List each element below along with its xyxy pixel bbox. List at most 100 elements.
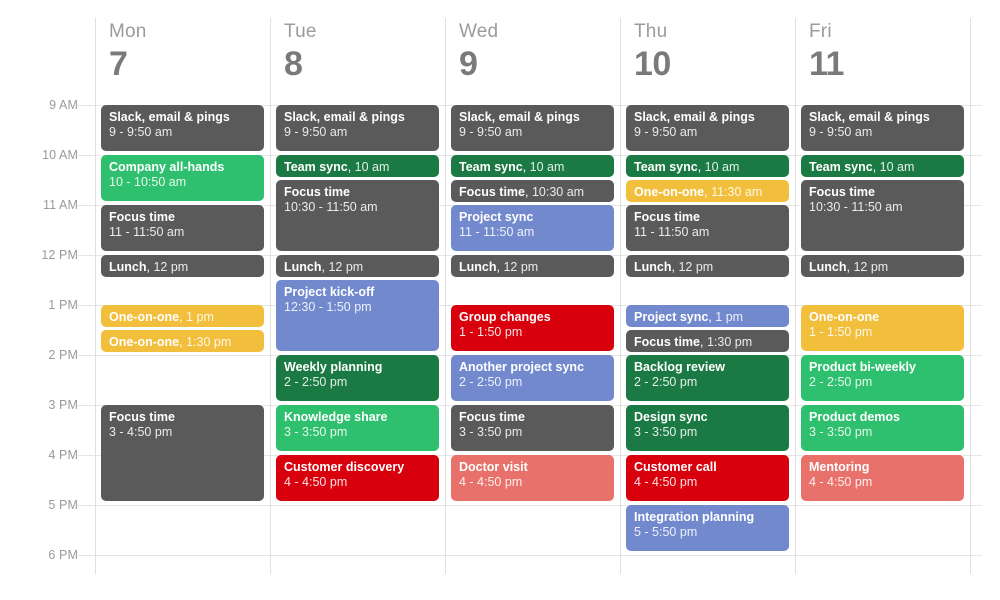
event-title: Lunch xyxy=(284,260,322,274)
calendar-event[interactable]: Focus time 11 - 11:50 am xyxy=(101,205,264,251)
calendar-event[interactable]: Slack, email & pings 9 - 9:50 am xyxy=(626,105,789,151)
calendar-event[interactable]: Product bi-weekly 2 - 2:50 pm xyxy=(801,355,964,401)
event-title: Project sync xyxy=(459,210,534,224)
event-time: 11:30 am xyxy=(711,185,763,199)
event-time: 12 pm xyxy=(853,260,889,274)
calendar-event[interactable]: One-on-one, 11:30 am xyxy=(626,180,789,202)
calendar-event[interactable]: Product demos 3 - 3:50 pm xyxy=(801,405,964,451)
calendar-event[interactable]: Focus time, 10:30 am xyxy=(451,180,614,202)
event-line: Focus time, 10:30 am xyxy=(459,185,585,199)
calendar-event[interactable]: Lunch, 12 pm xyxy=(626,255,789,277)
calendar-event[interactable]: Slack, email & pings 9 - 9:50 am xyxy=(451,105,614,151)
calendar-event[interactable]: Team sync, 10 am xyxy=(626,155,789,177)
event-title: Mentoring xyxy=(809,460,870,474)
event-title: Project kick-off xyxy=(284,285,375,299)
calendar-event[interactable]: Customer discovery 4 - 4:50 pm xyxy=(276,455,439,501)
calendar-event[interactable]: Lunch, 12 pm xyxy=(276,255,439,277)
event-title: Lunch xyxy=(109,260,147,274)
event-time: 3 - 3:50 pm xyxy=(284,425,348,439)
calendar-event[interactable]: Team sync, 10 am xyxy=(801,155,964,177)
event-time: 12 pm xyxy=(503,260,539,274)
event-line: One-on-one, 1:30 pm xyxy=(109,335,232,349)
calendar-event[interactable]: Focus time 10:30 - 11:50 am xyxy=(801,180,964,251)
calendar-event[interactable]: One-on-one, 1 pm xyxy=(101,305,264,327)
event-title: Project sync xyxy=(634,310,709,324)
calendar-event[interactable]: Focus time 3 - 4:50 pm xyxy=(101,405,264,501)
event-title: Focus time xyxy=(634,210,700,224)
event-title: Slack, email & pings xyxy=(809,110,930,124)
event-time: 2 - 2:50 pm xyxy=(284,375,348,389)
event-time: 1 - 1:50 pm xyxy=(809,325,873,339)
event-time: 5 - 5:50 pm xyxy=(634,525,698,539)
event-line: Project sync, 1 pm xyxy=(634,310,744,324)
calendar-event[interactable]: Group changes 1 - 1:50 pm xyxy=(451,305,614,351)
calendar-event[interactable]: Another project sync 2 - 2:50 pm xyxy=(451,355,614,401)
event-time: 10 am xyxy=(704,160,740,174)
event-title: Doctor visit xyxy=(459,460,528,474)
calendar-event[interactable]: Focus time 3 - 3:50 pm xyxy=(451,405,614,451)
event-time: 12 pm xyxy=(153,260,189,274)
event-title: One-on-one xyxy=(809,310,880,324)
event-line: One-on-one, 1 pm xyxy=(109,310,214,324)
calendar-event[interactable]: Design sync 3 - 3:50 pm xyxy=(626,405,789,451)
event-line: Lunch, 12 pm xyxy=(284,260,364,274)
event-title: Team sync xyxy=(459,160,523,174)
calendar-event[interactable]: Integration planning 5 - 5:50 pm xyxy=(626,505,789,551)
calendar-event[interactable]: Mentoring 4 - 4:50 pm xyxy=(801,455,964,501)
week-calendar: 9 AM 10 AM 11 AM 12 PM 1 PM 2 PM 3 PM 4 PM 5 PM 6… xyxy=(0,0,1000,600)
event-title: Focus time xyxy=(109,410,175,424)
calendar-event[interactable]: Doctor visit 4 - 4:50 pm xyxy=(451,455,614,501)
event-time: 4 - 4:50 pm xyxy=(634,475,698,489)
event-time: 10:30 - 11:50 am xyxy=(284,200,378,214)
event-line: Focus time, 1:30 pm xyxy=(634,335,753,349)
calendar-event[interactable]: Lunch, 12 pm xyxy=(451,255,614,277)
calendar-event[interactable]: Focus time 11 - 11:50 am xyxy=(626,205,789,251)
event-title: Product bi-weekly xyxy=(809,360,916,374)
calendar-event[interactable]: Slack, email & pings 9 - 9:50 am xyxy=(801,105,964,151)
calendar-event[interactable]: Lunch, 12 pm xyxy=(101,255,264,277)
calendar-event[interactable]: Project sync, 1 pm xyxy=(626,305,789,327)
event-time: 4 - 4:50 pm xyxy=(284,475,348,489)
calendar-event[interactable]: Team sync, 10 am xyxy=(276,155,439,177)
event-time: 2 - 2:50 pm xyxy=(459,375,523,389)
calendar-event[interactable]: Team sync, 10 am xyxy=(451,155,614,177)
event-time: 3 - 3:50 pm xyxy=(809,425,873,439)
calendar-event[interactable]: Company all-hands 10 - 10:50 am xyxy=(101,155,264,201)
calendar-event[interactable]: Slack, email & pings 9 - 9:50 am xyxy=(276,105,439,151)
event-time: 1:30 pm xyxy=(186,335,232,349)
event-time: 11 - 11:50 am xyxy=(459,225,535,239)
event-time: 12 pm xyxy=(678,260,714,274)
calendar-event[interactable]: Knowledge share 3 - 3:50 pm xyxy=(276,405,439,451)
event-title: One-on-one xyxy=(109,335,180,349)
calendar-event[interactable]: Project sync 11 - 11:50 am xyxy=(451,205,614,251)
calendar-event[interactable]: Project kick-off 12:30 - 1:50 pm xyxy=(276,280,439,351)
event-time: 4 - 4:50 pm xyxy=(459,475,523,489)
event-title: Slack, email & pings xyxy=(284,110,405,124)
calendar-event[interactable]: Backlog review 2 - 2:50 pm xyxy=(626,355,789,401)
event-title: Company all-hands xyxy=(109,160,225,174)
event-title: Weekly planning xyxy=(284,360,383,374)
event-title: Another project sync xyxy=(459,360,585,374)
event-line: Team sync, 10 am xyxy=(634,160,740,174)
calendar-event[interactable]: One-on-one, 1:30 pm xyxy=(101,330,264,352)
calendar-event[interactable]: Lunch, 12 pm xyxy=(801,255,964,277)
calendar-event[interactable]: Weekly planning 2 - 2:50 pm xyxy=(276,355,439,401)
event-title: Focus time xyxy=(634,335,700,349)
calendar-event[interactable]: Customer call 4 - 4:50 pm xyxy=(626,455,789,501)
event-time: 10:30 - 11:50 am xyxy=(809,200,903,214)
calendar-event[interactable]: Slack, email & pings 9 - 9:50 am xyxy=(101,105,264,151)
calendar-event[interactable]: One-on-one 1 - 1:50 pm xyxy=(801,305,964,351)
event-title: Customer call xyxy=(634,460,717,474)
event-title: Design sync xyxy=(634,410,708,424)
event-time: 4 - 4:50 pm xyxy=(809,475,873,489)
event-time: 9 - 9:50 am xyxy=(809,125,873,139)
calendar-event[interactable]: Focus time, 1:30 pm xyxy=(626,330,789,352)
event-title: Focus time xyxy=(109,210,175,224)
event-title: One-on-one xyxy=(109,310,180,324)
event-title: Backlog review xyxy=(634,360,726,374)
event-time: 1:30 pm xyxy=(706,335,753,349)
calendar-event[interactable]: Focus time 10:30 - 11:50 am xyxy=(276,180,439,251)
event-title: Team sync xyxy=(284,160,348,174)
event-title: Product demos xyxy=(809,410,900,424)
event-time: 12 pm xyxy=(328,260,364,274)
